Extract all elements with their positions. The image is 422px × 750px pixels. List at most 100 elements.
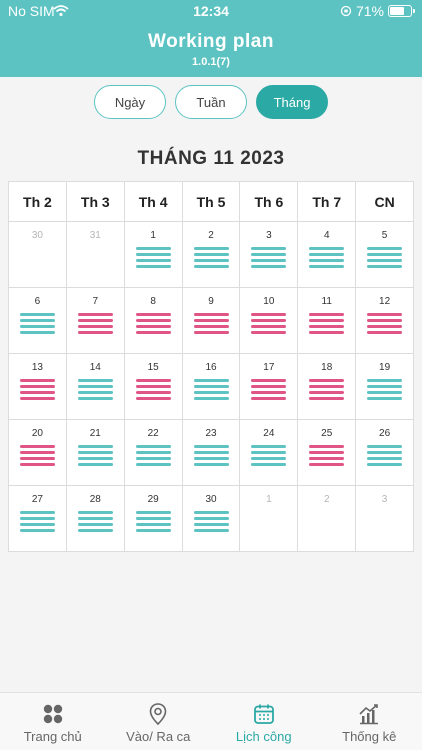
calendar-day-cell[interactable]: 13 [9, 354, 67, 420]
shift-bar [251, 391, 287, 394]
shift-bar [367, 265, 403, 268]
shift-bar [77, 445, 113, 448]
shift-indicator [309, 379, 345, 403]
calendar-day-cell[interactable]: 2 [298, 486, 357, 552]
calendar-day-cell[interactable]: 7 [66, 288, 125, 354]
day-number: 20 [31, 428, 43, 439]
calendar-day-cell[interactable]: 16 [182, 354, 241, 420]
calendar-day-cell[interactable]: 28 [66, 486, 125, 552]
tab-home-label: Trang chủ [23, 729, 82, 744]
shift-bar [367, 445, 403, 448]
calendar-day-cell[interactable]: 30 [9, 222, 67, 288]
calendar-day-cell[interactable]: 3 [240, 222, 299, 288]
weekday-header-row: Th 2 Th 3 Th 4 Th 5 Th 6 Th 7 CN [9, 182, 415, 222]
calendar-day-cell[interactable]: 11 [298, 288, 357, 354]
app-version: 1.0.1(7) [192, 56, 230, 68]
shift-bar [309, 253, 345, 256]
day-number: 9 [208, 296, 214, 307]
calendar-day-cell[interactable]: 4 [298, 222, 357, 288]
shift-bar [367, 391, 403, 394]
orientation-lock-icon [340, 5, 352, 17]
calendar-day-cell[interactable]: 1 [124, 222, 183, 288]
calendar-day-cell[interactable]: 21 [66, 420, 125, 486]
calendar-day-cell[interactable]: 25 [298, 420, 357, 486]
tab-statistics[interactable]: Thống kê [317, 693, 422, 750]
shift-indicator [193, 445, 229, 469]
calendar-day-cell[interactable]: 15 [124, 354, 183, 420]
tab-schedule[interactable]: Lịch công [211, 693, 317, 750]
calendar-day-cell[interactable]: 27 [9, 486, 67, 552]
calendar-day-cell[interactable]: 18 [298, 354, 357, 420]
day-number: 19 [379, 362, 391, 373]
tab-month[interactable]: Tháng [256, 85, 328, 119]
day-number: 1 [150, 230, 156, 241]
shift-bar [77, 325, 113, 328]
calendar-day-cell[interactable]: 8 [124, 288, 183, 354]
calendar-day-cell[interactable]: 12 [356, 288, 415, 354]
tab-week[interactable]: Tuần [175, 85, 247, 119]
day-number: 7 [92, 296, 99, 307]
shift-indicator [20, 313, 55, 337]
shift-indicator [135, 511, 171, 535]
page-title: Working plan [148, 31, 274, 52]
shift-bar [77, 511, 113, 514]
day-number: 28 [89, 494, 101, 505]
calendar-day-cell[interactable]: 9 [182, 288, 241, 354]
calendar-day-cell[interactable]: 10 [240, 288, 299, 354]
calendar-day-cell[interactable]: 22 [124, 420, 183, 486]
tab-day[interactable]: Ngày [94, 85, 166, 119]
calendar-day-cell[interactable]: 5 [356, 222, 415, 288]
shift-indicator [135, 247, 171, 271]
calendar-day-cell[interactable]: 17 [240, 354, 299, 420]
calendar-day-cell[interactable]: 20 [9, 420, 67, 486]
calendar-day-cell[interactable]: 19 [356, 354, 415, 420]
shift-bar [251, 253, 287, 256]
calendar-day-cell[interactable]: 31 [66, 222, 125, 288]
shift-bar [193, 253, 229, 256]
calendar-day-cell[interactable]: 1 [240, 486, 299, 552]
calendar-day-cell[interactable]: 24 [240, 420, 299, 486]
shift-bar [309, 331, 345, 334]
calendar-day-cell[interactable]: 30 [182, 486, 241, 552]
shift-bar [193, 397, 229, 400]
shift-bar [367, 379, 403, 382]
shift-bar [77, 379, 113, 382]
day-number: 6 [34, 296, 41, 307]
shift-bar [367, 463, 403, 466]
shift-bar [20, 331, 55, 334]
day-number: 15 [147, 362, 159, 373]
day-number: 30 [205, 494, 217, 505]
day-number: 10 [263, 296, 275, 307]
day-number: 31 [89, 230, 101, 241]
shift-bar [251, 397, 287, 400]
shift-bar [77, 463, 113, 466]
calendar-day-cell[interactable]: 23 [182, 420, 241, 486]
tab-home[interactable]: Trang chủ [0, 693, 106, 750]
calendar-day-cell[interactable]: 2 [182, 222, 241, 288]
shift-bar [193, 265, 229, 268]
shift-bar [135, 313, 171, 316]
shift-bar [309, 391, 345, 394]
shift-indicator [367, 247, 403, 271]
shift-bar [251, 379, 287, 382]
shift-bar [77, 529, 113, 532]
calendar-day-cell[interactable]: 14 [66, 354, 125, 420]
calendar-day-cell[interactable]: 6 [9, 288, 67, 354]
shift-bar [135, 325, 171, 328]
shift-bar [367, 313, 403, 316]
weekday-header: Th 4 [124, 182, 183, 222]
shift-bar [251, 463, 287, 466]
day-number: 16 [205, 362, 217, 373]
shift-bar [20, 451, 55, 454]
shift-bar [20, 445, 55, 448]
calendar-day-cell[interactable]: 26 [356, 420, 415, 486]
tab-check-in-out[interactable]: Vào/ Ra ca [106, 693, 212, 750]
shift-bar [309, 313, 345, 316]
shift-bar [135, 523, 171, 526]
grid-icon [43, 704, 62, 724]
shift-indicator [309, 313, 345, 337]
shift-bar [367, 247, 403, 250]
shift-bar [309, 385, 345, 388]
calendar-day-cell[interactable]: 29 [124, 486, 183, 552]
calendar-day-cell[interactable]: 3 [356, 486, 415, 552]
